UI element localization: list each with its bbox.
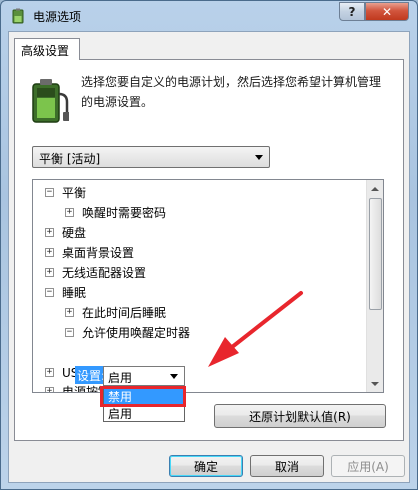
power-options-window: 电源选项 ? ✕ 高级设置 选择您要自定义的电源计划，然后选择您希望计算机管理的…: [0, 0, 418, 490]
annotation-arrow-icon: [208, 291, 303, 367]
